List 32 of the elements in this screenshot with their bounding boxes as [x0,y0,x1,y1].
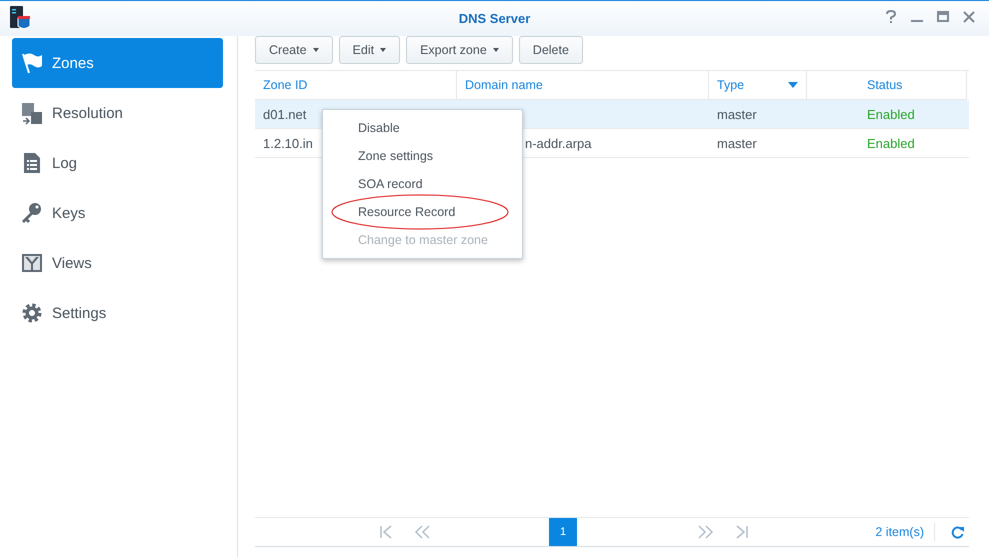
toolbar-button[interactable]: Export zone [406,36,513,64]
settings-icon [20,301,44,325]
app-icon [10,5,30,31]
table-cell: master [717,136,757,150]
sidebar-item[interactable]: Zones [12,38,223,88]
menu-item[interactable]: Resource Record [323,198,522,226]
flag-icon [20,51,44,75]
table-cell: Enabled [867,136,915,150]
window-title: DNS Server [458,11,530,26]
table-cell: d01.net [263,106,306,122]
help-icon[interactable] [885,10,897,24]
item-count: 2 item(s) [875,523,935,541]
sidebar-item[interactable]: Views [12,238,223,288]
table-cell: Enabled [867,106,915,122]
maximize-icon[interactable] [937,10,949,24]
sidebar-item[interactable]: Settings [12,288,223,338]
sort-icon [788,82,798,88]
table-cell: 1.2.10.in [263,136,313,150]
table-cell: master [717,106,757,122]
menu-item[interactable]: SOA record [323,170,522,198]
views-icon [20,251,44,275]
sidebar-item[interactable]: Keys [12,188,223,238]
key-icon [20,201,44,225]
toolbar-button[interactable]: Delete [518,36,583,64]
page-button[interactable]: 1 [549,518,577,546]
table-cell: n-addr.arpa [525,136,592,150]
sidebar-item[interactable]: Log [12,138,223,188]
toolbar-button[interactable]: Edit [338,36,400,64]
close-icon[interactable] [963,10,975,24]
toolbar-button[interactable]: Create [255,36,333,64]
sidebar-item[interactable]: Resolution [12,88,223,138]
resolution-icon [20,101,44,125]
